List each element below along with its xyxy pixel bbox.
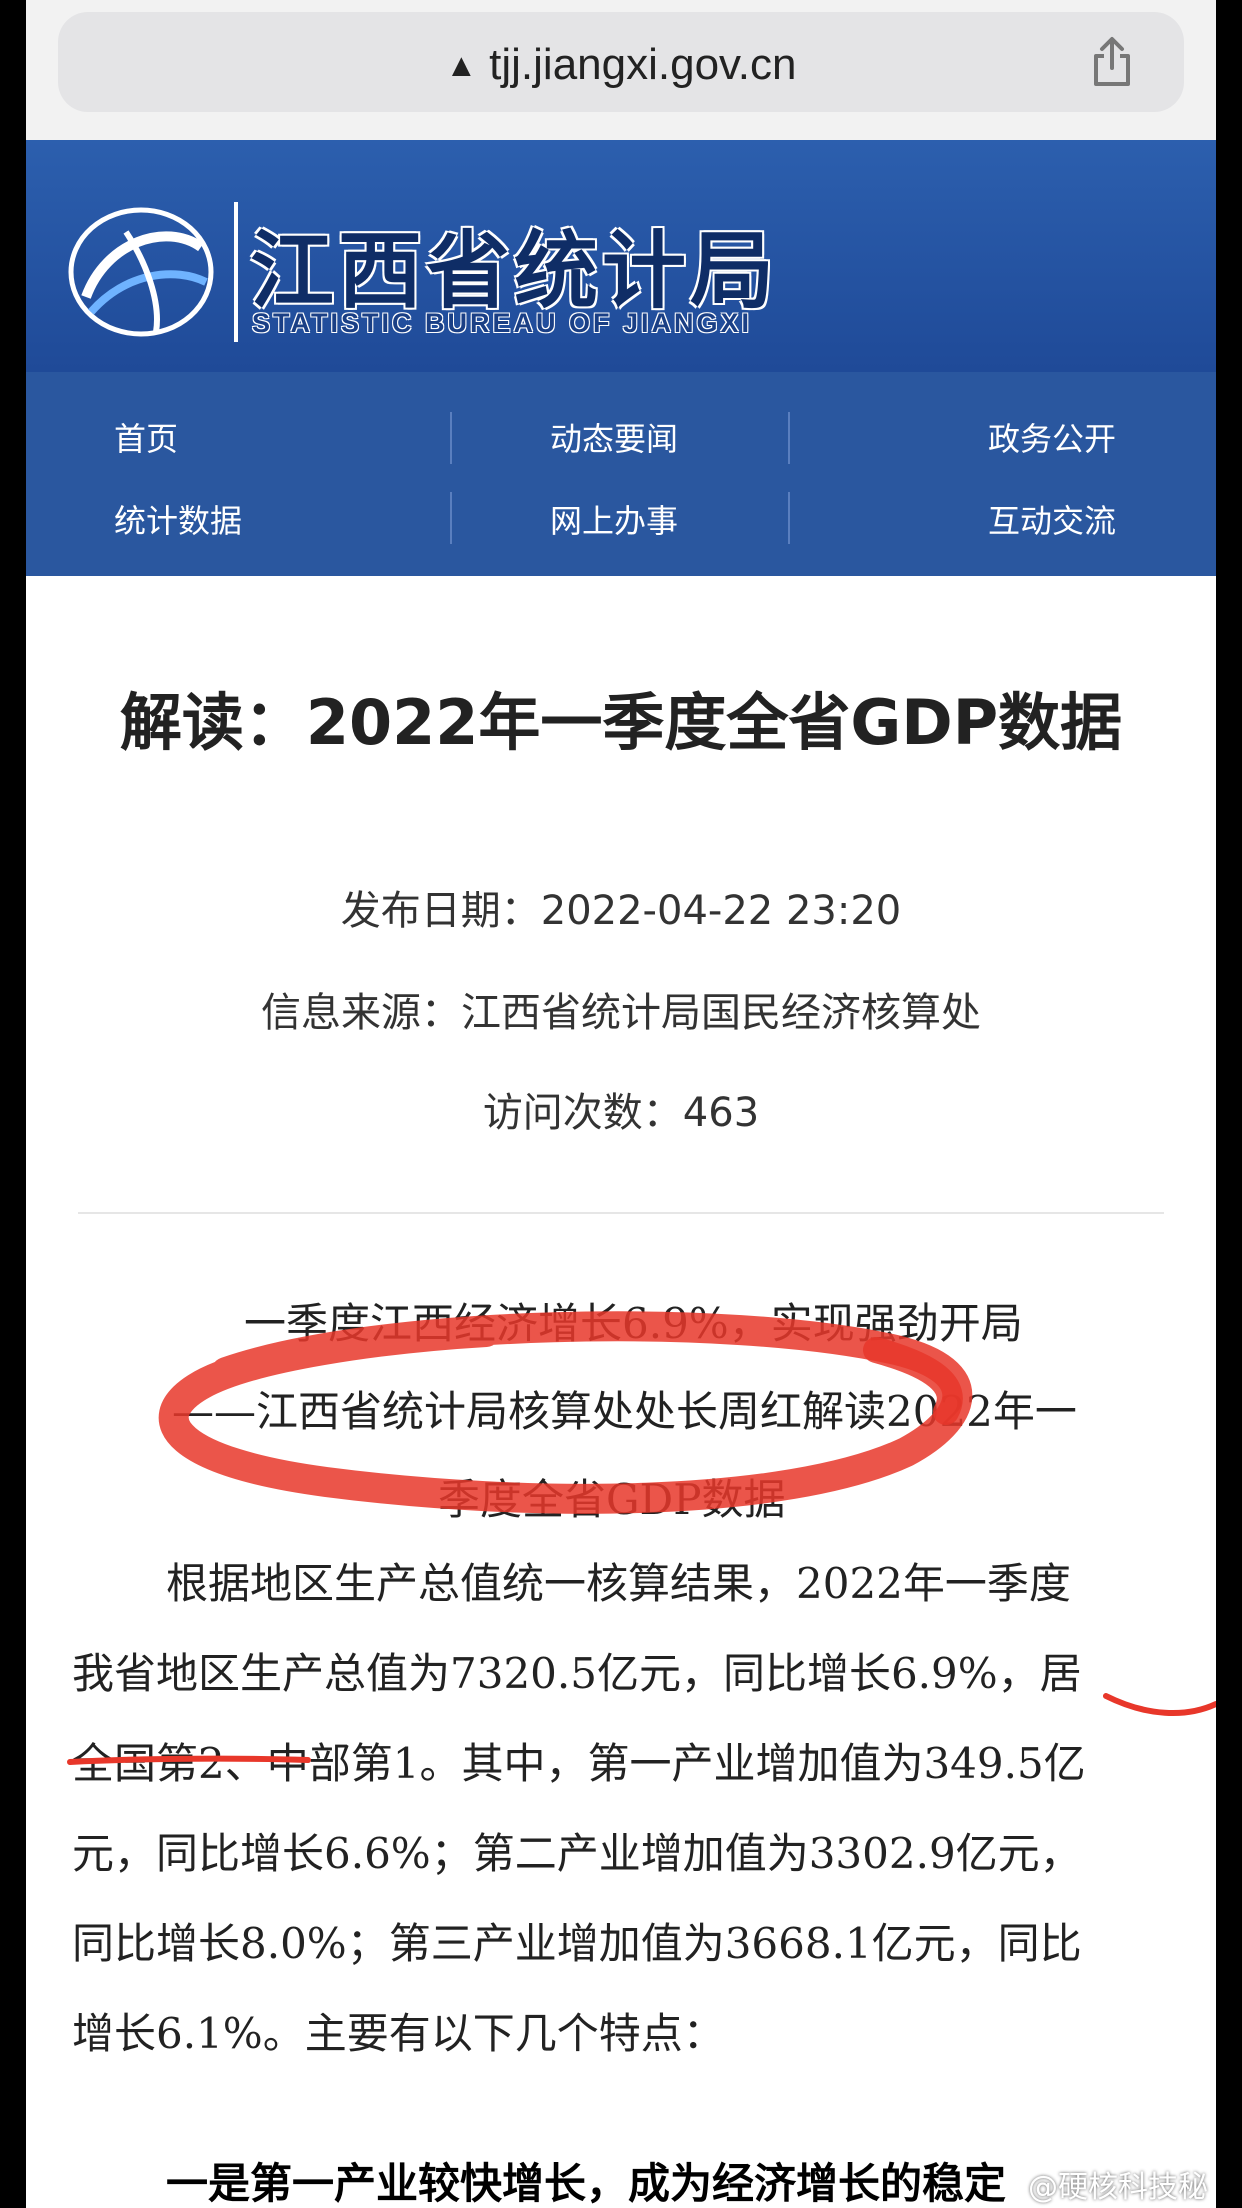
body-text-line: 全国第2、中部第1。其中，第一产业增加值为349.5亿 xyxy=(72,1739,1086,1788)
site-subtitle: STATISTIC BUREAU OF JIANGXI xyxy=(252,308,753,338)
logo-divider xyxy=(234,202,238,342)
share-icon[interactable] xyxy=(1084,34,1140,90)
article-headline-line: 一季度江西经济增长6.9%，实现强劲开局 xyxy=(244,1299,1023,1348)
article-headline-line: 季度全省GDP数据 xyxy=(438,1475,786,1524)
nav-divider xyxy=(450,412,452,464)
publish-date: 发布日期：2022-04-22 23:20 xyxy=(340,888,902,934)
bureau-logo-icon[interactable] xyxy=(66,202,216,340)
phone-screen: ▲ tjj.jiangxi.gov.cn 江西省统计局 STATISTIC BUR… xyxy=(26,0,1216,2208)
nav-divider xyxy=(450,492,452,544)
body-text-line: 我省地区生产总值为7320.5亿元，同比增长6.9%，居 xyxy=(72,1649,1082,1698)
url-text: tjj.jiangxi.gov.cn xyxy=(489,40,797,89)
nav-item-news[interactable]: 动态要闻 xyxy=(550,414,678,460)
nav-item-home[interactable]: 首页 xyxy=(114,414,178,460)
nav-divider xyxy=(788,492,790,544)
section-heading: 一是第一产业较快增长，成为经济增长的稳定 xyxy=(166,2159,1007,2208)
warning-icon: ▲ xyxy=(445,47,478,83)
nav-item-interaction[interactable]: 互动交流 xyxy=(988,496,1116,542)
browser-toolbar: ▲ tjj.jiangxi.gov.cn xyxy=(26,0,1216,140)
article-headline-line: ——江西省统计局核算处处长周红解读2022年一 xyxy=(172,1387,1077,1436)
main-nav: 首页 动态要闻 政务公开 统计数据 网上办事 互动交流 xyxy=(26,372,1216,576)
url-display[interactable]: ▲ tjj.jiangxi.gov.cn xyxy=(58,40,1184,90)
address-bar[interactable]: ▲ tjj.jiangxi.gov.cn xyxy=(58,12,1184,112)
body-text-line: 增长6.1%。主要有以下几个特点： xyxy=(72,2009,725,2058)
article-title: 解读：2022年一季度全省GDP数据 xyxy=(119,686,1123,759)
red-underline-annotation xyxy=(1103,1693,1216,1716)
visit-count: 访问次数：463 xyxy=(482,1090,760,1136)
info-source: 信息来源：江西省统计局国民经济核算处 xyxy=(261,990,981,1036)
body-text-line: 根据地区生产总值统一核算结果，2022年一季度 xyxy=(166,1559,1071,1608)
divider xyxy=(78,1212,1164,1214)
watermark: @硬核科技秘 xyxy=(1028,2170,1208,2205)
nav-item-statistics[interactable]: 统计数据 xyxy=(114,496,242,542)
nav-divider xyxy=(788,412,790,464)
site-banner: 江西省统计局 STATISTIC BUREAU OF JIANGXI xyxy=(26,140,1216,372)
nav-item-online-services[interactable]: 网上办事 xyxy=(550,496,678,542)
nav-item-gov-affairs[interactable]: 政务公开 xyxy=(988,414,1116,460)
body-text-line: 元，同比增长6.6%；第二产业增加值为3302.9亿元， xyxy=(72,1829,1082,1878)
body-text-line: 同比增长8.0%；第三产业增加值为3668.1亿元，同比 xyxy=(72,1919,1082,1968)
site-title[interactable]: 江西省统计局 xyxy=(250,204,778,325)
